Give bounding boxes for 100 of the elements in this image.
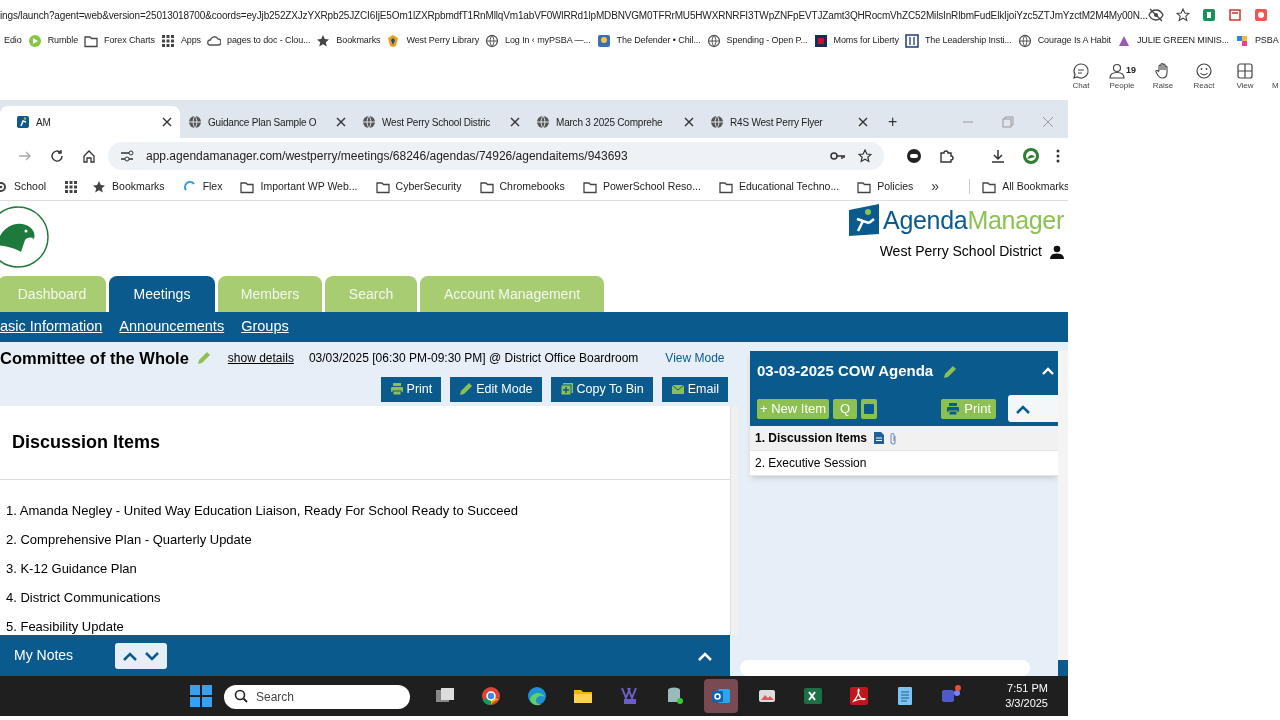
search-field[interactable]: Search xyxy=(224,685,410,709)
menu-icon[interactable] xyxy=(1056,148,1060,163)
overflow-button[interactable]: » xyxy=(931,176,940,197)
bookmark-link[interactable]: Educational Techno... xyxy=(738,178,840,195)
globe-icon xyxy=(710,115,724,129)
browser-tab[interactable]: AM xyxy=(0,106,180,138)
people-count: 19 xyxy=(1126,64,1136,78)
wave-icon xyxy=(526,685,548,707)
pencil-icon[interactable] xyxy=(942,364,957,378)
close-icon[interactable] xyxy=(162,117,172,127)
bookmark-link[interactable]: Bookmarks xyxy=(336,34,381,48)
chevron-up-icon[interactable] xyxy=(698,650,712,661)
printer-icon xyxy=(389,382,404,396)
new-tab-button[interactable]: + xyxy=(876,106,910,138)
agenda-entry: 4. District Communications xyxy=(6,589,162,607)
bookmark-link[interactable]: The Leadership Insti... xyxy=(924,34,1012,48)
address-bar[interactable]: app.agendamanager.com/westperry/meetings/68246/agendas/74926/agendaitems/943693 xyxy=(108,141,884,170)
toolbar-button[interactable]: M xyxy=(1272,56,1280,96)
scrollbar[interactable] xyxy=(730,406,738,635)
close-icon[interactable] xyxy=(336,117,346,127)
key-icon[interactable] xyxy=(830,149,846,162)
bookmark-link[interactable]: Forex Charts xyxy=(104,34,155,48)
view-mode-link[interactable]: View Mode xyxy=(665,349,725,367)
toolbar-button[interactable]: Chat xyxy=(1067,56,1095,96)
bookmark-link[interactable]: JULIE GREEN MINIS... xyxy=(1136,34,1229,48)
action-button[interactable]: Print xyxy=(380,376,442,402)
bookmark-link[interactable]: Important WP Web... xyxy=(260,178,358,195)
windows-icon[interactable] xyxy=(190,685,212,707)
nav-link[interactable]: Announcements xyxy=(119,316,225,338)
bookmark-link[interactable]: Edio xyxy=(4,34,22,48)
globe-icon xyxy=(536,115,550,129)
reload-icon[interactable] xyxy=(50,148,64,163)
extension-icon xyxy=(1202,8,1216,22)
bookmark-link[interactable]: pages to doc - Clou... xyxy=(227,34,311,48)
organization-name: West Perry School District xyxy=(879,242,1042,261)
agenda-item[interactable]: 1. Discussion Items xyxy=(750,426,1058,451)
toolbar-button[interactable]: React xyxy=(1190,56,1218,96)
action-button[interactable]: Edit Mode xyxy=(450,376,542,402)
bookmark-link[interactable]: PowerSchool Reso... xyxy=(602,178,701,195)
scrollbar[interactable] xyxy=(740,660,1030,676)
close-icon[interactable] xyxy=(858,117,868,127)
square-icon xyxy=(864,403,875,414)
people-icon xyxy=(1108,62,1126,80)
bookmark-link[interactable]: Courage Is A Habit xyxy=(1037,34,1111,48)
close-icon[interactable] xyxy=(684,117,694,127)
toolbar-button[interactable]: 19 People xyxy=(1108,56,1136,96)
bookmark-link[interactable]: Spending - Open P... xyxy=(726,34,808,48)
browser-tab[interactable]: West Perry School Distric xyxy=(354,106,528,138)
star-icon[interactable] xyxy=(858,148,872,163)
browser-tab[interactable]: March 3 2025 Comprehe xyxy=(528,106,702,138)
show-details-link[interactable]: show details xyxy=(227,349,294,367)
nav-tab[interactable]: Meetings xyxy=(109,276,215,312)
bookmark-link[interactable]: Apps xyxy=(180,34,201,48)
extension-icon xyxy=(1228,8,1242,22)
star-icon xyxy=(1176,8,1190,22)
user-icon[interactable] xyxy=(1050,244,1064,259)
meeting-title: Committee of the Whole xyxy=(0,347,189,369)
toolbar-button[interactable]: Raise xyxy=(1149,56,1177,96)
toolbar-button[interactable]: View xyxy=(1231,56,1259,96)
download-icon[interactable] xyxy=(990,147,1006,164)
bookmark-link[interactable]: Rumble xyxy=(47,34,79,48)
bookmark-link[interactable]: The Defender • Chil... xyxy=(616,34,701,48)
scroll-buttons[interactable] xyxy=(1008,395,1058,422)
bookmark-link[interactable]: Bookmarks xyxy=(112,178,165,195)
smile-icon xyxy=(1195,62,1213,80)
bookmark-link[interactable]: PSBA xyxy=(1254,34,1279,48)
agenda-item[interactable]: 2. Executive Session xyxy=(750,451,1058,476)
browser-tab[interactable]: R4S West Perry Flyer xyxy=(702,106,876,138)
action-button[interactable]: Email xyxy=(661,376,728,402)
chat-icon xyxy=(1072,62,1090,80)
pdf-icon xyxy=(848,685,870,707)
clock-time: 7:51 PM xyxy=(1007,681,1048,696)
bookmark-link[interactable]: School xyxy=(14,178,47,195)
bookmark-link[interactable]: Moms for Liberty xyxy=(833,34,899,48)
bookmark-link[interactable]: Log In ‹ myPSBA —... xyxy=(505,34,591,48)
grid-icon xyxy=(64,179,79,194)
browser-tab[interactable]: Guidance Plan Sample O xyxy=(180,106,354,138)
scroll-buttons[interactable] xyxy=(115,642,168,669)
bookmark-link[interactable]: Policies xyxy=(877,178,914,195)
bookmark-link[interactable]: All Bookmarks xyxy=(1002,178,1070,195)
chevron-up-icon[interactable] xyxy=(1042,367,1054,375)
paperclip-icon[interactable] xyxy=(889,431,898,445)
corner-block xyxy=(1058,660,1068,676)
square-button[interactable] xyxy=(861,398,878,419)
puzzle-icon[interactable] xyxy=(938,147,954,164)
close-icon[interactable] xyxy=(510,117,520,127)
bookmark-link[interactable]: Chromebooks xyxy=(499,178,565,195)
profile-icon[interactable] xyxy=(1022,146,1040,165)
nav-link[interactable]: asic Information xyxy=(0,316,103,338)
agenda-entry: 3. K-12 Guidance Plan xyxy=(6,560,138,578)
bookmark-link[interactable]: West Perry Library xyxy=(406,34,480,48)
home-icon[interactable] xyxy=(82,148,96,163)
bookmark-link[interactable]: Flex xyxy=(202,178,223,195)
extension-icon[interactable] xyxy=(906,147,922,164)
scrollbar[interactable] xyxy=(1058,351,1068,660)
url-text[interactable]: ings/launch?agent=web&version=25013018700&coords=eyJjb252ZXJzYXRpb25JZCI6IjE5Om1lZXRpbmdfT1RnMllqVm1abVF0WlRRd1lpMDBNVGM0TFRrMU5HWXRNRFI3TWpZNFpEVTJZamt3QHRocmVhZC52MilsInRlbmFudElkIjoiYzc5ZTJmYzctM2M4My00N... xyxy=(0,7,1148,23)
flag-icon xyxy=(813,34,828,48)
bookmark-link[interactable]: CyberSecurity xyxy=(395,178,462,195)
action-button[interactable]: Copy To Bin xyxy=(550,376,653,402)
nav-link[interactable]: Groups xyxy=(241,316,289,338)
